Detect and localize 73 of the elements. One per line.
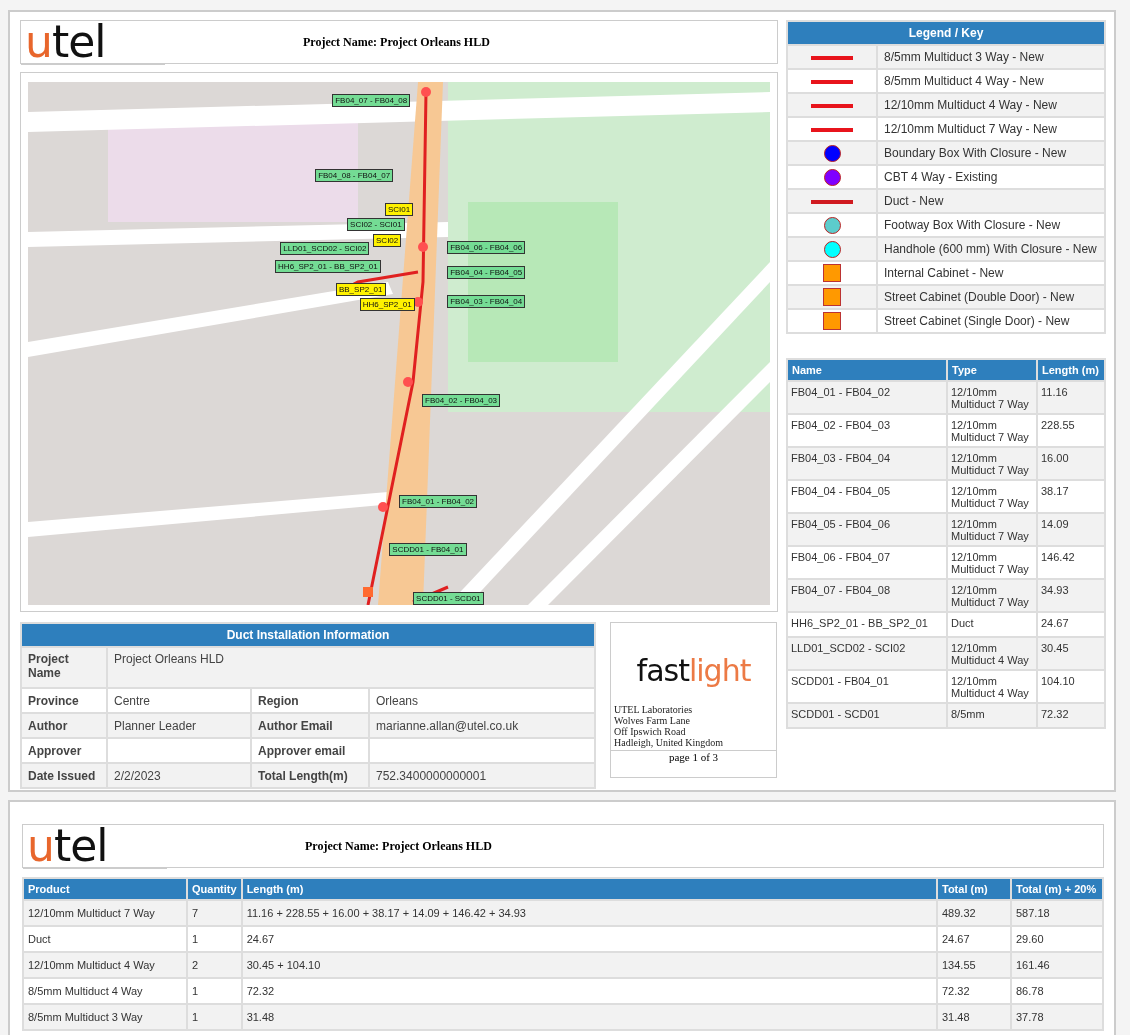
field-value: Project Orleans HLD [107, 647, 595, 688]
column-header: Length (m) [241, 878, 937, 900]
table-cell: 14.09 [1037, 513, 1105, 546]
table-cell: 11.16 [1037, 381, 1105, 414]
column-header: Product [23, 878, 187, 900]
project-title: Project Name: Project Orleans HLD [305, 838, 492, 854]
legend-label: Boundary Box With Closure - New [877, 141, 1105, 165]
table-cell: 489.32 [937, 900, 1011, 926]
table-cell: FB04_03 - FB04_04 [787, 447, 947, 480]
table-cell: 8/5mm Multiduct 3 Way [23, 1004, 187, 1030]
fastlight-logo: fastlight [635, 653, 752, 688]
table-cell: 31.48 [241, 1004, 937, 1030]
table-cell: 12/10mm Multiduct 7 Way [23, 900, 187, 926]
table-cell: SCDD01 - SCD01 [787, 703, 947, 728]
column-header: Name [787, 359, 947, 381]
map-label: FB04_04 - FB04_05 [447, 266, 526, 280]
legend-label: Street Cabinet (Single Door) - New [877, 309, 1105, 333]
table-cell: FB04_01 - FB04_02 [787, 381, 947, 414]
map-label: FB04_07 - FB04_08 [332, 94, 411, 107]
table-cell: 11.16 + 228.55 + 16.00 + 38.17 + 14.09 + 146.42 + 34.93 [241, 900, 937, 926]
field-value: 2/2/2023 [107, 763, 251, 788]
utel-logo: utel [21, 19, 165, 65]
page-number: page 1 of 3 [611, 750, 776, 763]
column-header: Quantity [187, 878, 242, 900]
column-header: Total (m) [937, 878, 1011, 900]
legend-label: 12/10mm Multiduct 4 Way - New [877, 93, 1105, 117]
project-title: Project Name: Project Orleans HLD [303, 34, 490, 50]
table-cell: LLD01_SCD02 - SCI02 [787, 637, 947, 670]
table-cell: 16.00 [1037, 447, 1105, 480]
legend-label: Street Cabinet (Double Door) - New [877, 285, 1105, 309]
map-label: SCDD01 - SCD01 [413, 592, 484, 605]
utel-logo: utel [23, 823, 167, 869]
map-label: FB04_01 - FB04_02 [399, 495, 478, 509]
field-label: Date Issued [21, 763, 107, 788]
table-cell: 12/10mm Multiduct 7 Way [947, 513, 1037, 546]
legend-label: Handhole (600 mm) With Closure - New [877, 237, 1105, 261]
field-value: 752.3400000000001 [369, 763, 595, 788]
address-line: Hadleigh, United Kingdom [614, 737, 725, 748]
table-cell: FB04_07 - FB04_08 [787, 579, 947, 612]
legend-label: Duct - New [877, 189, 1105, 213]
column-header: Type [947, 359, 1037, 381]
table-cell: 30.45 + 104.10 [241, 952, 937, 978]
table-cell: 12/10mm Multiduct 7 Way [947, 447, 1037, 480]
table-cell: 134.55 [937, 952, 1011, 978]
field-label: Total Length(m) [251, 763, 369, 788]
table-cell: 37.78 [1011, 1004, 1103, 1030]
map-label: SCI02 [373, 234, 402, 248]
column-header: Length (m) [1037, 359, 1105, 381]
table-header: Duct Installation Information [21, 623, 595, 647]
table-cell: 12/10mm Multiduct 4 Way [947, 637, 1037, 670]
field-label: Author Email [251, 713, 369, 738]
table-cell: 12/10mm Multiduct 7 Way [947, 579, 1037, 612]
table-cell: FB04_05 - FB04_06 [787, 513, 947, 546]
table-cell: 587.18 [1011, 900, 1103, 926]
legend-label: 8/5mm Multiduct 3 Way - New [877, 45, 1105, 69]
table-cell: 161.46 [1011, 952, 1103, 978]
address-line: UTEL Laboratories [614, 704, 694, 715]
table-cell: 12/10mm Multiduct 4 Way [23, 952, 187, 978]
address-line: Wolves Farm Lane [614, 715, 691, 726]
field-value: Planner Leader [107, 713, 251, 738]
field-label: Author [21, 713, 107, 738]
map-label: LLD01_SCD02 - SCI02 [280, 242, 370, 256]
table-cell: 30.45 [1037, 637, 1105, 670]
field-label: Project Name [21, 647, 107, 688]
address-line: Off Ipswich Road [614, 726, 687, 737]
column-header: Total (m) + 20% [1011, 878, 1103, 900]
table-cell: 8/5mm [947, 703, 1037, 728]
table-cell: 12/10mm Multiduct 7 Way [947, 381, 1037, 414]
field-value: marianne.allan@utel.co.uk [369, 713, 595, 738]
table-cell: 31.48 [937, 1004, 1011, 1030]
table-header: Legend / Key [787, 21, 1105, 45]
map-label: SCDD01 - FB04_01 [389, 543, 467, 557]
table-cell: 34.93 [1037, 579, 1105, 612]
